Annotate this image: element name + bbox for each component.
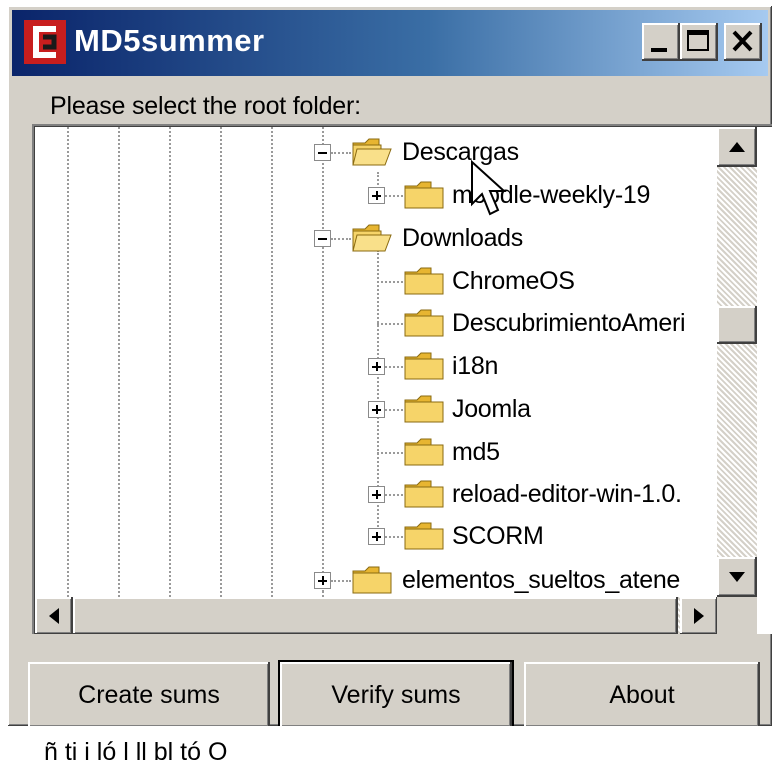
tree-connector <box>322 152 324 592</box>
tree-connector <box>385 195 403 197</box>
verify-sums-button[interactable]: Verify sums <box>280 662 512 726</box>
tree-node-label[interactable]: SCORM <box>452 521 544 551</box>
folder-icon <box>404 438 444 466</box>
collapse-toggle[interactable] <box>314 144 331 161</box>
expand-toggle[interactable] <box>368 486 385 503</box>
scroll-left-button[interactable] <box>35 597 73 634</box>
maximize-button[interactable] <box>680 23 718 61</box>
scrollbar-corner <box>717 597 757 634</box>
expand-toggle[interactable] <box>368 528 385 545</box>
tree-node-label[interactable]: reload-editor-win-1.0. <box>452 479 682 509</box>
tree-connector <box>377 323 403 325</box>
scroll-thumb[interactable] <box>73 597 678 634</box>
tree-guide-line <box>67 127 69 597</box>
expand-toggle[interactable] <box>368 401 385 418</box>
folder-tree[interactable]: Descargas moodle-weekly-19 Downloads Chr… <box>32 124 772 634</box>
create-sums-button[interactable]: Create sums <box>28 662 270 726</box>
md5summer-window: MD5summer Please select the root folder: <box>8 6 772 726</box>
tree-node-label[interactable]: i18n <box>452 351 498 381</box>
right-arrow-icon <box>694 608 704 624</box>
scroll-down-button[interactable] <box>717 557 757 597</box>
tree-connector <box>385 409 403 411</box>
folder-icon <box>404 309 444 337</box>
scroll-thumb[interactable] <box>717 306 757 344</box>
open-folder-icon <box>352 138 392 166</box>
mouse-pointer-icon <box>471 160 507 216</box>
tree-guide-line <box>220 127 222 597</box>
scroll-up-button[interactable] <box>717 127 757 167</box>
folder-icon <box>404 181 444 209</box>
tree-connector <box>331 238 351 240</box>
tree-connector <box>385 536 403 538</box>
folder-icon <box>404 352 444 380</box>
expand-toggle[interactable] <box>314 572 331 589</box>
expand-toggle[interactable] <box>368 358 385 375</box>
expand-toggle[interactable] <box>368 187 385 204</box>
collapse-toggle[interactable] <box>314 230 331 247</box>
about-button[interactable]: About <box>524 662 760 726</box>
folder-prompt: Please select the root folder: <box>50 92 361 120</box>
tree-node-label[interactable]: md5 <box>452 437 500 467</box>
maximize-icon <box>687 30 709 51</box>
down-arrow-icon <box>729 572 745 582</box>
folder-icon <box>404 480 444 508</box>
up-arrow-icon <box>729 142 745 152</box>
horizontal-scrollbar[interactable] <box>35 597 757 634</box>
tree-connector <box>377 452 403 454</box>
folder-icon <box>404 522 444 550</box>
tree-connector <box>385 494 403 496</box>
folder-icon <box>352 566 392 594</box>
tree-connector <box>331 152 351 154</box>
folder-icon <box>404 395 444 423</box>
vertical-scrollbar[interactable] <box>717 127 757 597</box>
tree-node-label[interactable]: Joomla <box>452 394 531 424</box>
minimize-button[interactable] <box>642 23 680 61</box>
left-arrow-icon <box>49 608 59 624</box>
scroll-right-button[interactable] <box>680 597 718 634</box>
tree-node-label[interactable]: ChromeOS <box>452 266 575 296</box>
tree-node-label[interactable]: elementos_sueltos_atene <box>402 565 680 595</box>
window-title: MD5summer <box>74 23 265 58</box>
close-icon <box>732 30 753 52</box>
tree-guide-line <box>271 127 273 597</box>
title-bar[interactable]: MD5summer <box>12 10 768 76</box>
scrollbar-track[interactable] <box>717 127 757 597</box>
tree-connector <box>331 580 351 582</box>
folder-icon <box>404 267 444 295</box>
tree-connector <box>377 281 403 283</box>
minimize-icon <box>651 48 667 52</box>
tree-connector <box>385 366 403 368</box>
app-icon <box>24 20 66 64</box>
tree-guide-line <box>118 127 120 597</box>
close-button[interactable] <box>724 23 762 61</box>
tree-node-label[interactable]: Downloads <box>402 223 523 253</box>
tree-guide-line <box>169 127 171 597</box>
tree-node-label[interactable]: DescubrimientoAmeri <box>452 308 686 338</box>
open-folder-icon <box>352 224 392 252</box>
